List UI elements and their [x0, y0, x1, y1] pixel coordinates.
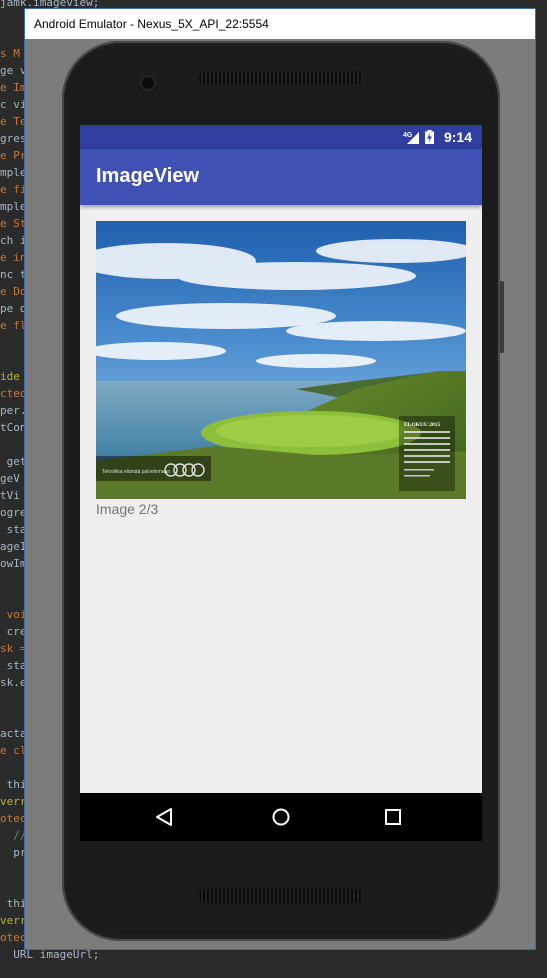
image-caption: Image 2/3: [96, 501, 159, 517]
bottom-speaker-grille: [199, 889, 363, 903]
navigation-bar: [80, 793, 482, 841]
code-line: thi: [0, 897, 27, 910]
calendar-month: ELOKUU 2015: [404, 422, 440, 428]
code-line: verr: [0, 795, 27, 808]
code-line: c vi: [0, 98, 27, 111]
code-line: e Im: [0, 81, 27, 94]
code-line: tCon: [0, 421, 27, 434]
code-line: pe d: [0, 302, 27, 315]
code-line: ageI: [0, 540, 27, 553]
code-line: e St: [0, 217, 27, 230]
code-line: geV: [0, 472, 20, 485]
code-line: e fi: [0, 183, 27, 196]
status-bar: 4G 9:14: [80, 125, 482, 149]
emulator-window: Android Emulator - Nexus_5X_API_22:5554 …: [24, 8, 536, 950]
code-line: mple: [0, 200, 27, 213]
code-line: mple: [0, 166, 27, 179]
back-icon[interactable]: [152, 805, 178, 829]
image-view[interactable]: Tekniikka elämää palvelemaan ELOKUU 2015: [96, 221, 466, 499]
code-line: ogre: [0, 506, 27, 519]
code-line: e cl: [0, 744, 27, 757]
code-line: e Do: [0, 285, 27, 298]
code-line: owIm: [0, 557, 27, 570]
calendar-overlay: ELOKUU 2015: [399, 416, 455, 491]
device-screen: 4G 9:14 ImageView Tekniikka elämää palve…: [80, 125, 482, 841]
code-line: get: [0, 455, 27, 468]
code-line: acta: [0, 727, 27, 740]
code-line: otec: [0, 812, 27, 825]
code-line: sta: [0, 523, 27, 536]
top-speaker-grille: [199, 71, 363, 85]
network-signal-icon: 4G: [403, 132, 419, 144]
app-title: ImageView: [96, 165, 200, 187]
code-line: ge v: [0, 64, 27, 77]
code-line: nc t: [0, 268, 27, 281]
emulator-title-bar[interactable]: Android Emulator - Nexus_5X_API_22:5554: [25, 9, 535, 39]
home-icon[interactable]: [268, 805, 294, 829]
code-line: per.: [0, 404, 27, 417]
network-type-label: 4G: [403, 132, 413, 139]
clock: 9:14: [443, 129, 472, 145]
code-line: cted: [0, 387, 27, 400]
code-line: s M: [0, 47, 20, 60]
code-line: sta: [0, 659, 27, 672]
code-line: e Te: [0, 115, 27, 128]
code-line: cre: [0, 625, 27, 638]
code-line: sk.e: [0, 676, 27, 689]
code-line: pr: [0, 846, 27, 859]
code-line: thi: [0, 778, 27, 791]
power-button[interactable]: [500, 281, 504, 353]
code-line: gres: [0, 132, 27, 145]
battery-icon: [424, 130, 434, 144]
emulator-window-title: Android Emulator - Nexus_5X_API_22:5554: [34, 17, 269, 31]
code-line: verr: [0, 914, 27, 927]
front-camera: [142, 77, 154, 89]
brand-text: Tekniikka elämää palvelemaan: [102, 469, 170, 475]
code-line: ide: [0, 370, 20, 383]
code-line: tVi: [0, 489, 20, 502]
code-line: e in: [0, 251, 27, 264]
code-line: e fl: [0, 319, 27, 332]
code-line: sk =: [0, 642, 27, 655]
code-line: voi: [0, 608, 27, 621]
recents-icon[interactable]: [380, 805, 406, 829]
code-line: ch i: [0, 234, 27, 247]
code-line: //: [0, 829, 27, 842]
code-line: e Pr: [0, 149, 27, 162]
app-bar: ImageView: [80, 149, 482, 205]
